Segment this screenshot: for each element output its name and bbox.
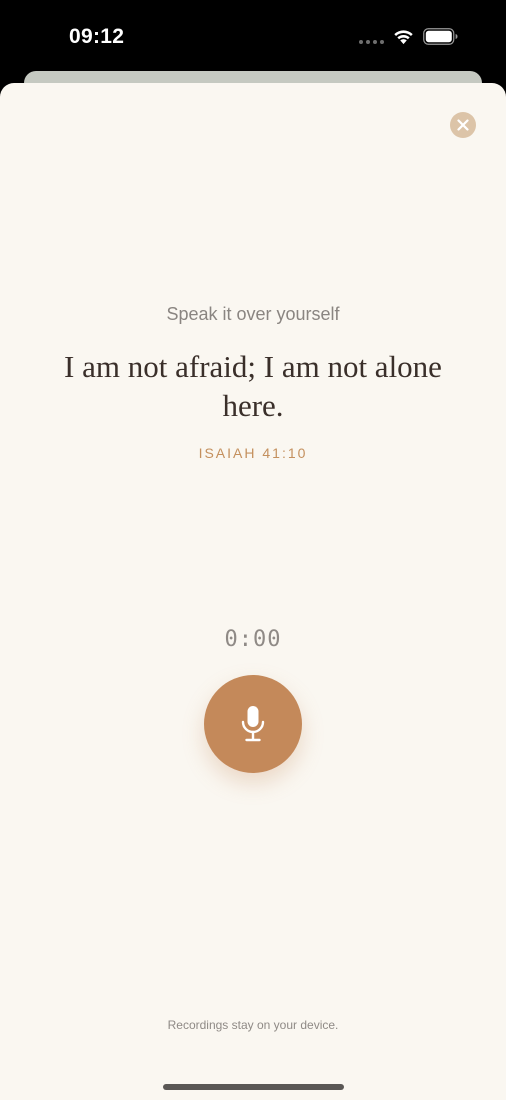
- recording-sheet: [0, 83, 506, 1100]
- record-button[interactable]: [204, 675, 302, 773]
- microphone-icon: [241, 706, 265, 742]
- affirmation-text: I am not afraid; I am not alone here.: [64, 349, 442, 423]
- recording-timer: 0:00: [224, 627, 282, 652]
- wifi-icon: [394, 30, 413, 45]
- privacy-footnote: Recordings stay on your device.: [167, 1018, 339, 1032]
- close-button[interactable]: [450, 112, 476, 138]
- home-indicator[interactable]: [163, 1084, 344, 1090]
- signal-icon: [359, 40, 384, 44]
- status-time: 09:12: [69, 25, 125, 48]
- status-bar: 09:12: [0, 0, 506, 72]
- close-icon: [457, 119, 469, 131]
- scripture-reference: ISAIAH 41:10: [198, 445, 308, 461]
- prompt-text: Speak it over yourself: [166, 304, 340, 324]
- battery-icon: [423, 28, 458, 45]
